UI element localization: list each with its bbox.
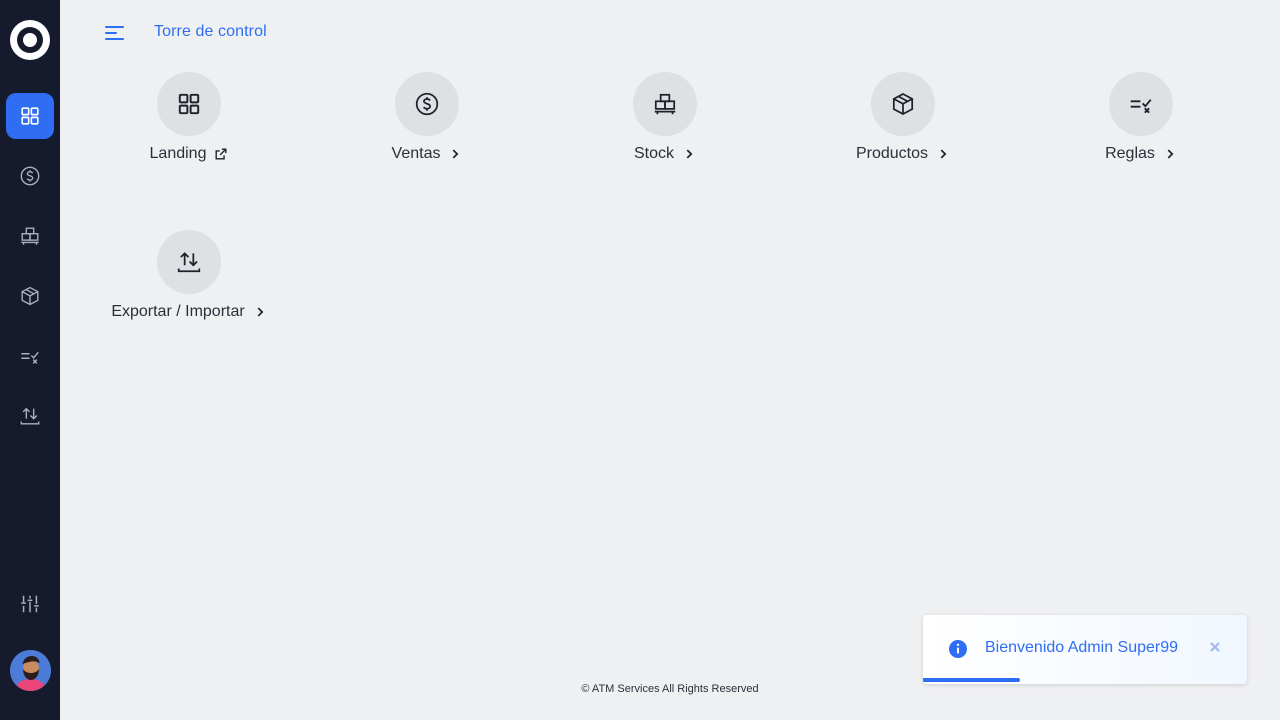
tile-label: Reglas (1105, 145, 1155, 162)
chevron-right-icon (453, 149, 459, 159)
avatar-illustration (10, 650, 51, 691)
toast-notification: Bienvenido Admin Super99 (923, 615, 1247, 684)
product-box-icon (892, 93, 914, 115)
dashboard-grid-icon (21, 107, 39, 125)
rules-check-icon (21, 351, 39, 364)
toast-message: Bienvenido Admin Super99 (985, 639, 1179, 656)
toast-progress-bar (923, 678, 1021, 682)
export-import-icon (20, 407, 40, 425)
tile-ventas[interactable]: Ventas (327, 72, 527, 163)
close-icon[interactable] (1207, 639, 1223, 655)
sidebar-item-reglas[interactable] (6, 333, 54, 379)
tile-label: Ventas (391, 145, 441, 162)
dashboard-grid-icon (178, 93, 200, 115)
sidebar-item-dashboard[interactable] (6, 93, 54, 139)
info-icon (949, 640, 967, 658)
tile-label: Productos (855, 145, 929, 162)
tile-icon-circle (1109, 72, 1173, 136)
tile-label: Stock (633, 145, 674, 162)
sidebar-item-settings[interactable] (6, 581, 54, 627)
stock-boxes-icon (21, 227, 39, 245)
dollar-circle-icon (20, 166, 40, 186)
tile-label: Exportar / Importar (111, 303, 245, 320)
external-link-icon (215, 148, 227, 160)
chevron-right-icon (940, 149, 947, 159)
avatar[interactable] (10, 650, 51, 691)
tile-label: Landing (149, 145, 207, 162)
tile-icon-circle (157, 72, 221, 136)
chevron-right-icon (686, 149, 693, 159)
product-box-icon (21, 286, 39, 306)
chevron-right-icon (257, 307, 264, 317)
menu-toggle-button[interactable] (104, 24, 126, 42)
sidebar (0, 0, 60, 720)
tile-icon-circle (157, 230, 221, 294)
sidebar-item-productos[interactable] (6, 273, 54, 319)
sidebar-item-exportar-importar[interactable] (6, 393, 54, 439)
tile-icon-circle (871, 72, 935, 136)
footer-copyright: © ATM Services All Rights Reserved (581, 683, 759, 695)
page-title: Torre de control (154, 23, 267, 40)
chevron-right-icon (1167, 149, 1174, 159)
rules-check-icon (1130, 99, 1152, 114)
tile-exportar-importar[interactable]: Exportar / Importar (89, 230, 289, 321)
tile-icon-circle (395, 72, 459, 136)
tile-productos[interactable]: Productos (803, 72, 1003, 163)
export-import-icon (177, 252, 201, 273)
app-logo[interactable] (10, 20, 50, 60)
tile-icon-circle (633, 72, 697, 136)
dollar-circle-icon (415, 92, 439, 116)
stock-boxes-icon (654, 93, 676, 115)
sidebar-item-stock[interactable] (6, 213, 54, 259)
tile-landing[interactable]: Landing (89, 72, 289, 163)
toast-progress-track (923, 678, 1247, 682)
tile-stock[interactable]: Stock (565, 72, 765, 163)
sidebar-item-ventas[interactable] (6, 153, 54, 199)
sliders-icon (21, 595, 39, 613)
menu-lines-icon (105, 26, 124, 40)
tile-reglas[interactable]: Reglas (1041, 72, 1241, 163)
